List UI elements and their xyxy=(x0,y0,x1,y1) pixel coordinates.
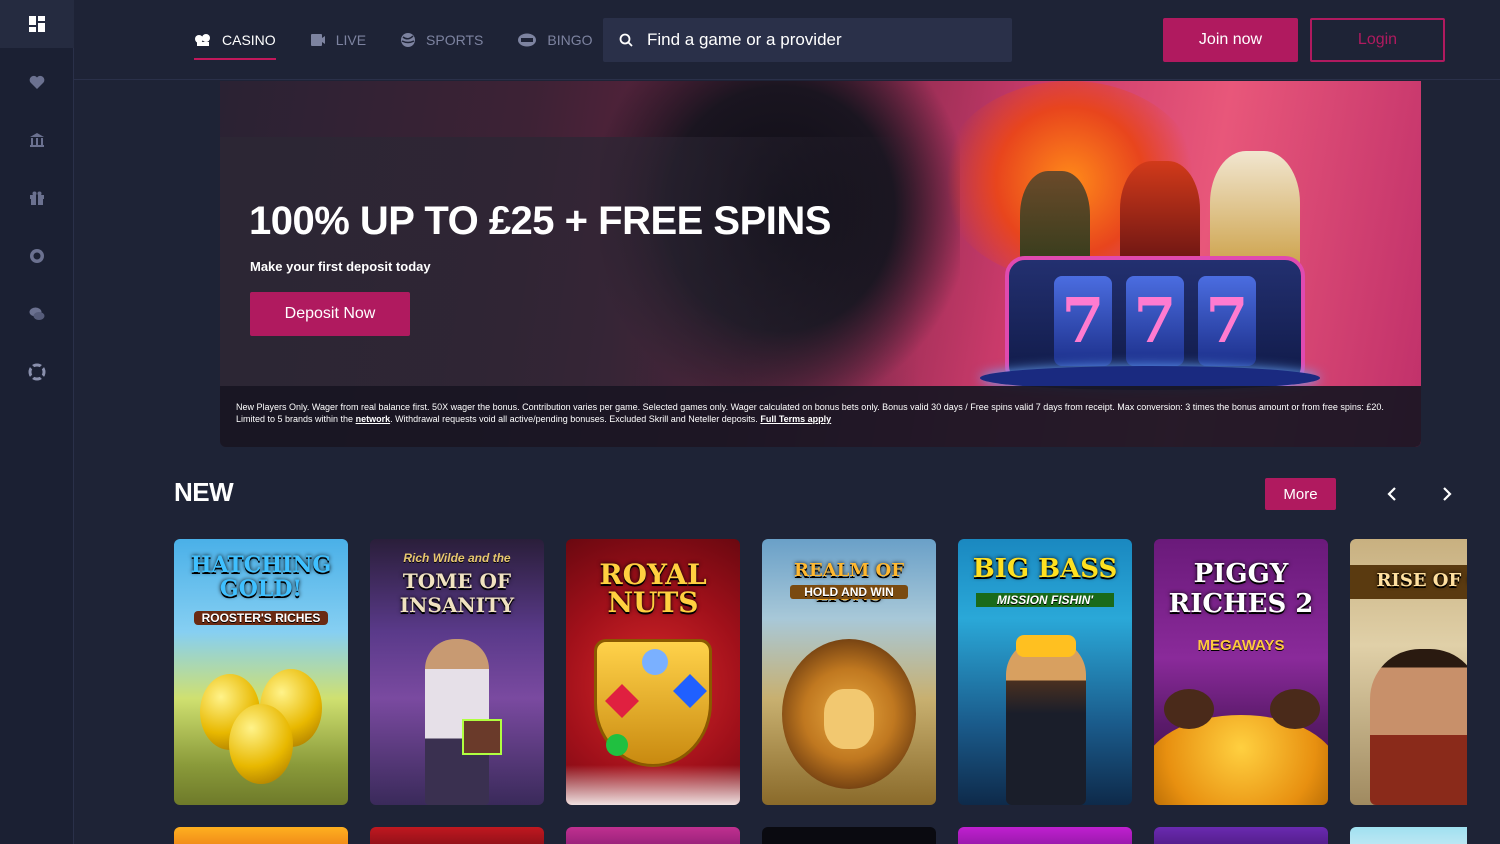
next-arrow-icon[interactable] xyxy=(1437,484,1457,504)
search-bar[interactable]: Find a game or a provider xyxy=(603,18,1012,62)
prev-arrow-icon[interactable] xyxy=(1382,484,1402,504)
game-card[interactable]: PIGGY RICHES 2 MEGAWAYS xyxy=(1154,539,1328,805)
join-now-button[interactable]: Join now xyxy=(1163,18,1298,62)
chat-icon[interactable] xyxy=(0,285,74,343)
search-icon xyxy=(619,33,633,47)
live-icon xyxy=(310,34,325,46)
main-nav: CASINO LIVE SPORTS BINGO xyxy=(194,0,592,80)
game-subtitle: Rich Wilde and the xyxy=(403,551,511,565)
deposit-now-button[interactable]: Deposit Now xyxy=(250,292,410,336)
game-subtitle: HOLD AND WIN xyxy=(790,585,908,599)
game-title: PIGGY RICHES 2 xyxy=(1168,559,1314,619)
nav-live[interactable]: LIVE xyxy=(310,0,366,80)
terms-bar: New Players Only. Wager from real balanc… xyxy=(220,386,1421,447)
game-card[interactable]: Rich Wilde and the TOME OF INSANITY xyxy=(370,539,544,805)
game-card[interactable] xyxy=(762,827,936,844)
slot-reel: 7 xyxy=(1054,276,1112,366)
nav-sports-label: SPORTS xyxy=(426,32,484,48)
nav-casino[interactable]: CASINO xyxy=(194,0,276,80)
games-carousel: HATCHING GOLD! ROOSTER'S RICHES Rich Wil… xyxy=(174,539,1467,844)
promo-banner: 7 7 7 100% UP TO £25 + FREE SPINS Make y… xyxy=(220,81,1421,447)
slot-reel: 7 xyxy=(1126,276,1184,366)
bingo-icon xyxy=(518,33,537,47)
network-link[interactable]: network xyxy=(356,414,391,424)
nav-live-label: LIVE xyxy=(335,32,367,48)
game-title: REALM OF LIONS xyxy=(794,560,904,605)
nav-bingo-label: BINGO xyxy=(547,32,593,48)
game-card[interactable]: HATCHING GOLD! ROOSTER'S RICHES xyxy=(174,539,348,805)
more-button[interactable]: More xyxy=(1265,478,1336,510)
dashboard-icon[interactable] xyxy=(0,0,74,48)
banner-subtitle: Make your first deposit today xyxy=(250,259,431,274)
nav-sports[interactable]: SPORTS xyxy=(400,0,483,80)
chip-icon[interactable] xyxy=(0,227,74,285)
banner-title: 100% UP TO £25 + FREE SPINS xyxy=(249,199,831,243)
nav-casino-label: CASINO xyxy=(222,32,276,48)
sidebar xyxy=(0,0,74,844)
game-subtitle: MEGAWAYS xyxy=(1197,637,1285,654)
search-input[interactable]: Find a game or a provider xyxy=(647,30,842,50)
game-card[interactable] xyxy=(1154,827,1328,844)
game-title: ROYAL NUTS xyxy=(599,558,707,619)
game-title: BIG BASS xyxy=(972,554,1118,584)
slot-reel: 7 xyxy=(1198,276,1256,366)
full-terms-link[interactable]: Full Terms apply xyxy=(760,414,831,424)
sports-icon xyxy=(401,33,416,47)
game-title: HATCHING GOLD! xyxy=(190,552,332,602)
game-card[interactable] xyxy=(370,827,544,844)
game-card[interactable] xyxy=(174,827,348,844)
game-card[interactable] xyxy=(958,827,1132,844)
heart-icon[interactable] xyxy=(0,53,74,111)
casino-icon xyxy=(195,34,210,46)
section-title-new: NEW xyxy=(174,477,234,507)
game-card[interactable]: ROYAL NUTS xyxy=(566,539,740,805)
nav-bingo[interactable]: BINGO xyxy=(517,0,592,80)
game-subtitle: MISSION FISHIN' xyxy=(976,593,1114,607)
login-button[interactable]: Login xyxy=(1310,18,1445,62)
game-card[interactable] xyxy=(566,827,740,844)
support-icon[interactable] xyxy=(0,343,74,401)
game-card[interactable]: BIG BASS MISSION FISHIN' xyxy=(958,539,1132,805)
game-subtitle: ROOSTER'S RICHES xyxy=(194,611,328,625)
top-header: CASINO LIVE SPORTS BINGO Find a game or … xyxy=(74,0,1500,80)
bank-icon[interactable] xyxy=(0,111,74,169)
terms-text-2: . Withdrawal requests void all active/pe… xyxy=(390,414,758,424)
gift-icon[interactable] xyxy=(0,169,74,227)
game-title: RISE OF CO xyxy=(1376,570,1467,591)
game-card[interactable]: RISE OF CO xyxy=(1350,539,1467,805)
game-card[interactable]: REALM OF LIONS HOLD AND WIN xyxy=(762,539,936,805)
game-card[interactable] xyxy=(1350,827,1467,844)
game-title: TOME OF INSANITY xyxy=(399,569,515,617)
